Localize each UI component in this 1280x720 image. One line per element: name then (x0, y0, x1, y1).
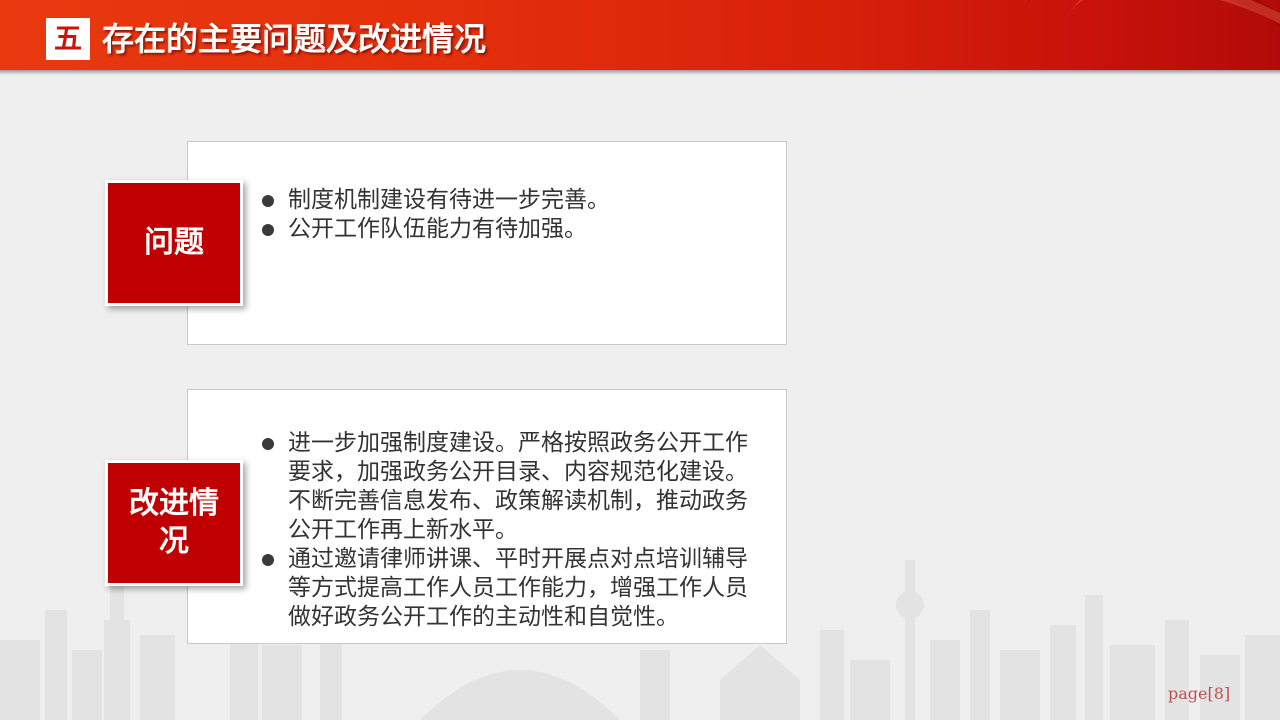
list-item: 公开工作队伍能力有待加强。 (260, 215, 780, 244)
problems-list: 制度机制建设有待进一步完善。 公开工作队伍能力有待加强。 (260, 186, 780, 244)
list-item: 进一步加强制度建设。严格按照政务公开工作要求，加强政务公开目录、内容规范化建设。… (260, 429, 760, 545)
improvements-label-tag: 改进情况 (105, 460, 243, 586)
section-number-badge: 五 (46, 18, 90, 60)
page-number: page[8] (1168, 684, 1231, 703)
improvements-list: 进一步加强制度建设。严格按照政务公开工作要求，加强政务公开目录、内容规范化建设。… (260, 429, 760, 632)
problems-label: 问题 (144, 225, 204, 260)
decorative-swoosh (1044, 0, 1280, 70)
improvements-label: 改进情况 (129, 486, 219, 559)
problems-label-tag: 问题 (105, 180, 243, 306)
header-shadow (0, 70, 1280, 75)
list-item: 通过邀请律师讲课、平时开展点对点培训辅导等方式提高工作人员工作能力，增强工作人员… (260, 545, 760, 632)
list-item: 制度机制建设有待进一步完善。 (260, 186, 780, 215)
page-title: 存在的主要问题及改进情况 (102, 20, 487, 58)
